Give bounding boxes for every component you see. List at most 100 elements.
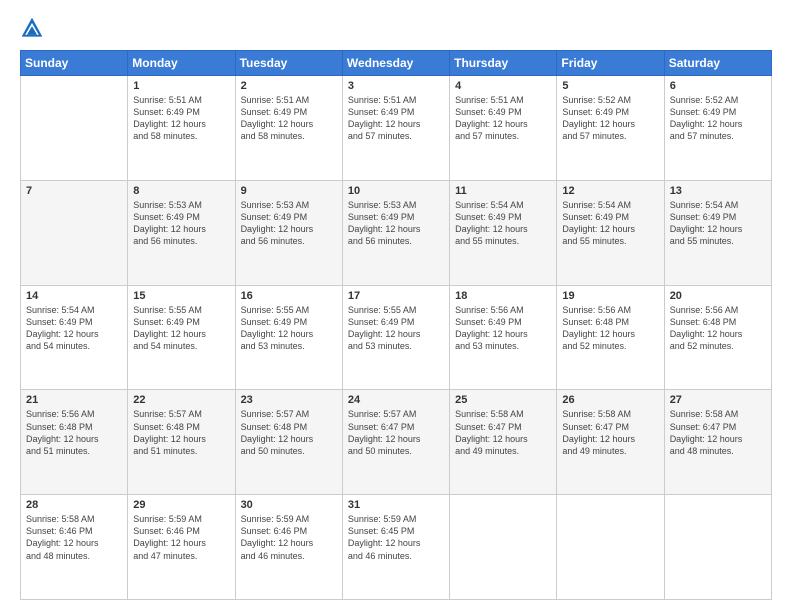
calendar-cell: 10 Sunrise: 5:53 AM Sunset: 6:49 PM Dayli… [342, 180, 449, 285]
calendar-cell: 27 Sunrise: 5:58 AM Sunset: 6:47 PM Dayli… [664, 390, 771, 495]
calendar-cell: 21 Sunrise: 5:56 AM Sunset: 6:48 PM Dayli… [21, 390, 128, 495]
calendar-week-2: 78Sunrise: 5:53 AM Sunset: 6:49 PM Dayli… [21, 180, 772, 285]
day-number: 15 [133, 290, 229, 302]
day-number: 7 [26, 185, 122, 197]
calendar-cell [21, 76, 128, 181]
day-number: 25 [455, 394, 551, 406]
day-number: 18 [455, 290, 551, 302]
calendar-cell: 3 Sunrise: 5:51 AM Sunset: 6:49 PM Daylig… [342, 76, 449, 181]
calendar-cell: 30 Sunrise: 5:59 AM Sunset: 6:46 PM Dayli… [235, 495, 342, 600]
day-number: 28 [26, 499, 122, 511]
day-header-friday: Friday [557, 51, 664, 76]
day-info: Sunrise: 5:51 AM Sunset: 6:49 PM Dayligh… [348, 94, 444, 143]
day-number: 17 [348, 290, 444, 302]
day-info: Sunrise: 5:54 AM Sunset: 6:49 PM Dayligh… [455, 199, 551, 248]
day-number: 31 [348, 499, 444, 511]
calendar-cell: 23 Sunrise: 5:57 AM Sunset: 6:48 PM Dayli… [235, 390, 342, 495]
calendar-week-1: 1 Sunrise: 5:51 AM Sunset: 6:49 PM Daylig… [21, 76, 772, 181]
day-number: 11 [455, 185, 551, 197]
day-info: Sunrise: 5:55 AM Sunset: 6:49 PM Dayligh… [133, 304, 229, 353]
day-info: Sunrise: 5:53 AM Sunset: 6:49 PM Dayligh… [241, 199, 337, 248]
calendar-cell [664, 495, 771, 600]
day-number: 3 [348, 80, 444, 92]
day-info: Sunrise: 5:51 AM Sunset: 6:49 PM Dayligh… [455, 94, 551, 143]
calendar-cell: 20 Sunrise: 5:56 AM Sunset: 6:48 PM Dayli… [664, 285, 771, 390]
day-header-monday: Monday [128, 51, 235, 76]
logo [20, 16, 48, 40]
day-info: Sunrise: 5:56 AM Sunset: 6:48 PM Dayligh… [670, 304, 766, 353]
calendar-cell: 22Sunrise: 5:57 AM Sunset: 6:48 PM Dayli… [128, 390, 235, 495]
calendar-cell: 4 Sunrise: 5:51 AM Sunset: 6:49 PM Daylig… [450, 76, 557, 181]
day-number: 24 [348, 394, 444, 406]
day-number: 20 [670, 290, 766, 302]
day-number: 5 [562, 80, 658, 92]
calendar-cell: 19Sunrise: 5:56 AM Sunset: 6:48 PM Dayli… [557, 285, 664, 390]
day-number: 4 [455, 80, 551, 92]
calendar-cell: 11 Sunrise: 5:54 AM Sunset: 6:49 PM Dayli… [450, 180, 557, 285]
calendar-cell [557, 495, 664, 600]
calendar-week-3: 14 Sunrise: 5:54 AM Sunset: 6:49 PM Dayli… [21, 285, 772, 390]
calendar-cell: 26 Sunrise: 5:58 AM Sunset: 6:47 PM Dayli… [557, 390, 664, 495]
day-header-tuesday: Tuesday [235, 51, 342, 76]
day-number: 13 [670, 185, 766, 197]
day-number: 2 [241, 80, 337, 92]
calendar-cell: 12 Sunrise: 5:54 AM Sunset: 6:49 PM Dayli… [557, 180, 664, 285]
day-info: Sunrise: 5:54 AM Sunset: 6:49 PM Dayligh… [670, 199, 766, 248]
day-number: 14 [26, 290, 122, 302]
day-info: Sunrise: 5:52 AM Sunset: 6:49 PM Dayligh… [562, 94, 658, 143]
day-info: Sunrise: 5:56 AM Sunset: 6:49 PM Dayligh… [455, 304, 551, 353]
day-number: 1 [133, 80, 229, 92]
day-info: Sunrise: 5:59 AM Sunset: 6:46 PM Dayligh… [241, 513, 337, 562]
day-number: 22 [133, 394, 229, 406]
day-number: 6 [670, 80, 766, 92]
day-number: 12 [562, 185, 658, 197]
day-info: Sunrise: 5:58 AM Sunset: 6:46 PM Dayligh… [26, 513, 122, 562]
calendar-cell: 1 Sunrise: 5:51 AM Sunset: 6:49 PM Daylig… [128, 76, 235, 181]
calendar-cell: 5 Sunrise: 5:52 AM Sunset: 6:49 PM Daylig… [557, 76, 664, 181]
calendar-cell: 15 Sunrise: 5:55 AM Sunset: 6:49 PM Dayli… [128, 285, 235, 390]
day-number: 10 [348, 185, 444, 197]
calendar-cell: 16 Sunrise: 5:55 AM Sunset: 6:49 PM Dayli… [235, 285, 342, 390]
day-number: 30 [241, 499, 337, 511]
day-header-sunday: Sunday [21, 51, 128, 76]
day-info: Sunrise: 5:59 AM Sunset: 6:45 PM Dayligh… [348, 513, 444, 562]
calendar-table: SundayMondayTuesdayWednesdayThursdayFrid… [20, 50, 772, 600]
day-number: 27 [670, 394, 766, 406]
day-info: Sunrise: 5:55 AM Sunset: 6:49 PM Dayligh… [241, 304, 337, 353]
day-number: 26 [562, 394, 658, 406]
day-info: Sunrise: 5:58 AM Sunset: 6:47 PM Dayligh… [670, 408, 766, 457]
calendar-cell: 13 Sunrise: 5:54 AM Sunset: 6:49 PM Dayli… [664, 180, 771, 285]
calendar-cell: 31 Sunrise: 5:59 AM Sunset: 6:45 PM Dayli… [342, 495, 449, 600]
day-info: Sunrise: 5:56 AM Sunset: 6:48 PM Dayligh… [26, 408, 122, 457]
day-number: 21 [26, 394, 122, 406]
calendar-cell: 6 Sunrise: 5:52 AM Sunset: 6:49 PM Daylig… [664, 76, 771, 181]
logo-icon [20, 16, 44, 40]
day-info: Sunrise: 5:57 AM Sunset: 6:48 PM Dayligh… [241, 408, 337, 457]
day-info: Sunrise: 5:57 AM Sunset: 6:47 PM Dayligh… [348, 408, 444, 457]
day-info: Sunrise: 5:53 AM Sunset: 6:49 PM Dayligh… [348, 199, 444, 248]
calendar-cell: 17 Sunrise: 5:55 AM Sunset: 6:49 PM Dayli… [342, 285, 449, 390]
day-info: Sunrise: 5:53 AM Sunset: 6:49 PM Dayligh… [133, 199, 229, 248]
calendar-cell: 9Sunrise: 5:53 AM Sunset: 6:49 PM Daylig… [235, 180, 342, 285]
calendar-cell: 28 Sunrise: 5:58 AM Sunset: 6:46 PM Dayli… [21, 495, 128, 600]
calendar-cell: 24 Sunrise: 5:57 AM Sunset: 6:47 PM Dayli… [342, 390, 449, 495]
day-info: Sunrise: 5:58 AM Sunset: 6:47 PM Dayligh… [455, 408, 551, 457]
day-header-wednesday: Wednesday [342, 51, 449, 76]
day-info: Sunrise: 5:55 AM Sunset: 6:49 PM Dayligh… [348, 304, 444, 353]
day-info: Sunrise: 5:51 AM Sunset: 6:49 PM Dayligh… [133, 94, 229, 143]
day-header-thursday: Thursday [450, 51, 557, 76]
day-info: Sunrise: 5:52 AM Sunset: 6:49 PM Dayligh… [670, 94, 766, 143]
calendar-header-row: SundayMondayTuesdayWednesdayThursdayFrid… [21, 51, 772, 76]
day-info: Sunrise: 5:59 AM Sunset: 6:46 PM Dayligh… [133, 513, 229, 562]
calendar-cell [450, 495, 557, 600]
calendar-cell: 18 Sunrise: 5:56 AM Sunset: 6:49 PM Dayli… [450, 285, 557, 390]
day-info: Sunrise: 5:58 AM Sunset: 6:47 PM Dayligh… [562, 408, 658, 457]
page: SundayMondayTuesdayWednesdayThursdayFrid… [0, 0, 792, 612]
calendar-week-5: 28 Sunrise: 5:58 AM Sunset: 6:46 PM Dayli… [21, 495, 772, 600]
day-number: 23 [241, 394, 337, 406]
day-number: 29 [133, 499, 229, 511]
calendar-cell: 29 Sunrise: 5:59 AM Sunset: 6:46 PM Dayli… [128, 495, 235, 600]
day-info: Sunrise: 5:54 AM Sunset: 6:49 PM Dayligh… [562, 199, 658, 248]
day-number: 16 [241, 290, 337, 302]
day-info: Sunrise: 5:54 AM Sunset: 6:49 PM Dayligh… [26, 304, 122, 353]
